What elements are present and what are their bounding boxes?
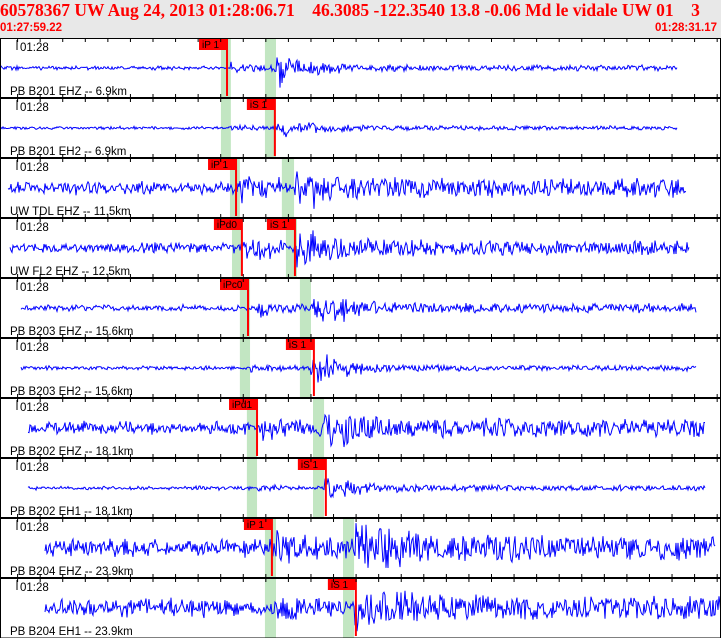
waveform (44, 523, 716, 569)
panel-time-label: 01:28 (20, 162, 49, 174)
waveform (9, 230, 690, 268)
station-label: PB B202 EH1 -- 18.1km (10, 506, 133, 518)
waveform (0, 122, 678, 138)
panel-time-label: 01:28 (20, 522, 49, 534)
waveform (27, 475, 706, 499)
panel-time-label: 01:28 (20, 462, 49, 474)
station-label: UW FL2 EHZ -- 12.5km (10, 266, 130, 278)
pick-label: iP 1 (202, 40, 219, 51)
event-title: 60578367 UW Aug 24, 2013 01:28:06.71 46.… (0, 0, 700, 20)
trace-panel[interactable]: iP 1 01:28 PB B201 EHZ -- 6.9km (0, 38, 721, 98)
station-label: PB B204 EH1 -- 23.9km (10, 626, 133, 638)
trace-panel[interactable]: iPc0 01:28 PB B203 EHZ -- 15.6km (0, 274, 721, 338)
trace-panel[interactable]: iS 1 01:28 PB B202 EH1 -- 18.1km (0, 454, 721, 518)
waveform (44, 590, 721, 632)
trace-panel[interactable]: iS 1 01:28 PB B203 EH2 -- 15.6km (0, 334, 721, 398)
pick-label: iPd0 (217, 220, 237, 231)
waveform (20, 299, 697, 322)
waveform (27, 413, 705, 448)
trace-panel[interactable]: iS 101:28PB B204 EH1 -- 23.9km (0, 574, 721, 638)
waveform (7, 171, 687, 209)
pick-label: iS 1 (250, 100, 268, 111)
panel-time-label: 01:28 (20, 282, 49, 294)
panel-time-label: 01:28 (20, 42, 49, 54)
station-label: UW TDL EHZ -- 11.5km (10, 206, 131, 218)
trace-panel[interactable]: iS 1 01:28 PB B201 EH2 -- 6.9km (0, 94, 721, 158)
station-label: PB B204 EHZ -- 23.9km (10, 566, 133, 578)
window-start-time: 01:27:59.22 (0, 22, 63, 34)
seismogram-plot[interactable]: iP 1 01:28 PB B201 EHZ -- 6.9km iS 1 01:28 PB… (0, 38, 721, 638)
station-label: PB B203 EHZ -- 15.6km (10, 326, 133, 338)
pick-label: iS 1 (301, 460, 319, 471)
pick-label: iPc0 (223, 280, 243, 291)
pick-label: iP 1 (211, 160, 228, 171)
pick-label: iP 1 (247, 520, 264, 531)
waveform (20, 354, 697, 383)
station-label: PB B203 EH2 -- 15.6km (10, 386, 133, 398)
pick-label: iPd1 (232, 400, 252, 411)
panel-time-label: 01:28 (20, 102, 49, 114)
pick-label: iS 1 (270, 220, 288, 231)
pick-label: iS 1 (289, 340, 307, 351)
panel-time-label: 01:28 (20, 342, 49, 354)
window-end-time: 01:28:31.17 (654, 22, 717, 34)
station-label: PB B202 EHZ -- 18.1km (10, 446, 133, 458)
panel-time-label: 01:28 (20, 222, 49, 234)
station-label: PB B201 EH2 -- 6.9km (10, 146, 126, 158)
waveform (0, 57, 678, 88)
trace-panel[interactable]: iPd0 iS 1 01:28 UW FL2 EHZ -- 12.5km (0, 214, 721, 278)
event-header: 60578367 UW Aug 24, 2013 01:28:06.71 46.… (0, 0, 721, 38)
trace-panel[interactable]: iP 1 01:28 UW TDL EHZ -- 11.5km (0, 154, 721, 218)
panel-time-label: 01:28 (20, 402, 49, 414)
panel-time-label: 01:28 (20, 582, 49, 594)
station-label: PB B201 EHZ -- 6.9km (10, 86, 127, 98)
trace-panel[interactable]: iP 1 01:28 PB B204 EHZ -- 23.9km (0, 514, 721, 578)
trace-panel[interactable]: iPd1 01:28 PB B202 EHZ -- 18.1km (0, 394, 721, 458)
